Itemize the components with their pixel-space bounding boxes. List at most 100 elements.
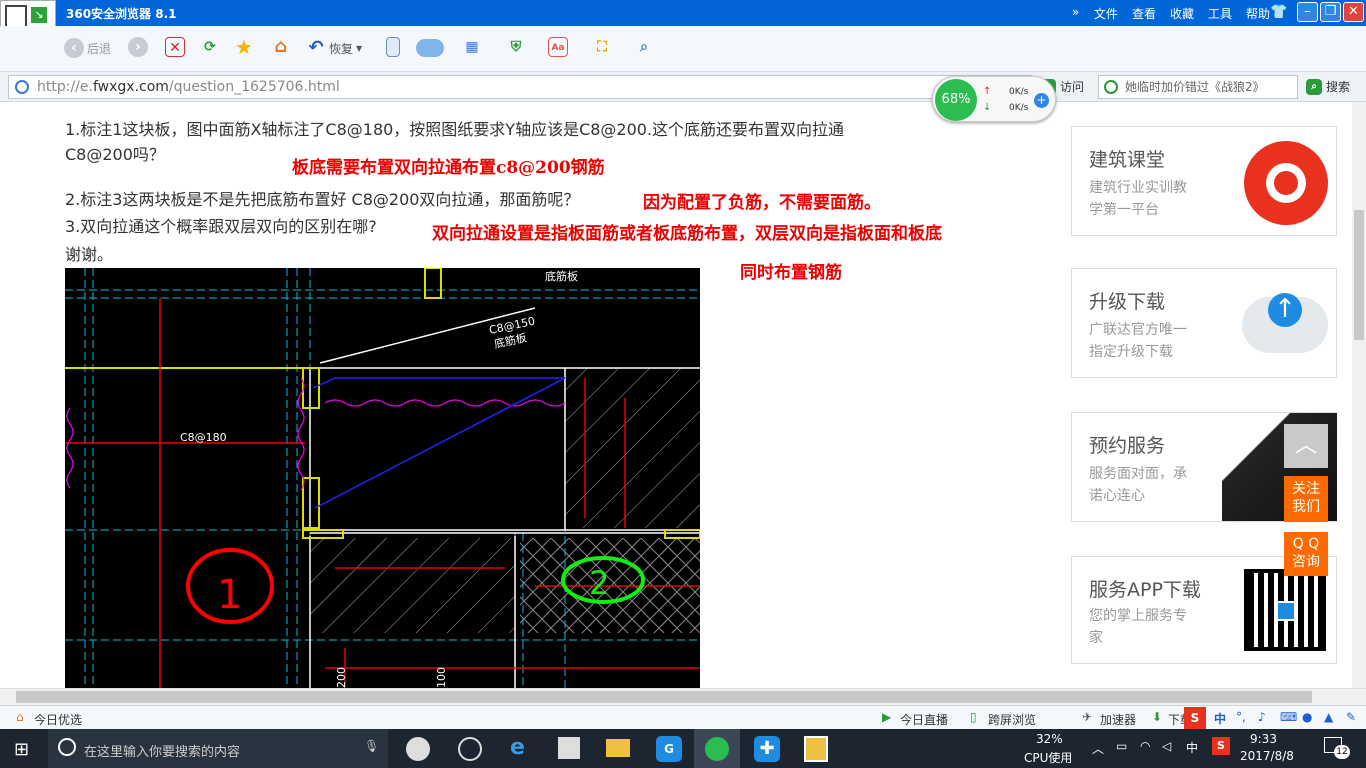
window-title: 360安全浏览器 8.1 xyxy=(66,7,177,21)
menu-file[interactable]: 文件 xyxy=(1094,5,1118,22)
edge-icon[interactable]: e xyxy=(510,735,525,760)
action-center-button[interactable]: 12 xyxy=(1322,735,1352,761)
menu-favorites[interactable]: 收藏 xyxy=(1170,5,1194,22)
menu-help[interactable]: 帮助 xyxy=(1246,5,1270,22)
forward-icon[interactable]: › xyxy=(128,37,148,57)
back-button[interactable]: ‹ 后退 xyxy=(64,37,111,59)
address-bar: http://e.fwxgx.com/question_1625706.html… xyxy=(0,72,1366,102)
stop-icon[interactable]: ✕ xyxy=(165,37,185,57)
search-engine-icon xyxy=(1104,80,1118,94)
sidebar-card-upgrade[interactable]: 升级下载 广联达官方唯一 指定升级下载 ↑ xyxy=(1071,268,1337,378)
back-to-top-button[interactable]: ︿ xyxy=(1284,424,1328,468)
cad-dim-1: 200 xyxy=(335,667,348,688)
horizontal-scrollbar[interactable] xyxy=(0,688,1366,705)
cross-screen-browse[interactable]: 跨屏浏览 xyxy=(988,711,1036,728)
apps-icon[interactable]: ▦ xyxy=(462,37,482,57)
cpu-label: CPU使用 xyxy=(1024,751,1073,765)
search-input[interactable]: 她临时加价错过《战狼2》 xyxy=(1098,75,1298,99)
remote-app-icon[interactable]: ✚ xyxy=(754,736,780,762)
clock-time[interactable]: 9:33 xyxy=(1250,732,1277,746)
refresh-icon[interactable]: ⟳ xyxy=(200,37,220,57)
battery-icon[interactable]: ▭ xyxy=(1116,739,1127,753)
skin-shirt-icon[interactable]: ▲ xyxy=(1324,710,1333,724)
glodon-app-icon[interactable]: G xyxy=(656,736,682,762)
cloud-upload-icon: ↑ xyxy=(1242,293,1328,353)
taskview-icon[interactable] xyxy=(406,737,430,761)
search-button[interactable]: ⌕ 搜索 xyxy=(1306,78,1350,95)
phone-icon[interactable] xyxy=(386,37,400,57)
memory-percent: 68% xyxy=(935,79,977,121)
vertical-scrollbar[interactable] xyxy=(1352,102,1366,688)
cad-label-top: 底筋板 xyxy=(545,269,578,283)
today-picks[interactable]: 今日优选 xyxy=(34,711,82,728)
menu-view[interactable]: 查看 xyxy=(1132,5,1156,22)
download-arrow-icon: ↓ xyxy=(983,102,992,113)
play-icon: ▶ xyxy=(882,710,892,724)
minimize-button[interactable]: – xyxy=(1297,2,1318,22)
ime-mode[interactable]: 中 xyxy=(1214,710,1226,727)
cad-rebar-label-left: C8@180 xyxy=(180,431,227,444)
url-input[interactable]: http://e.fwxgx.com/question_1625706.html xyxy=(8,75,1032,99)
active-360-task[interactable] xyxy=(694,729,740,768)
cad-drawing: 底筋板 C8@150 底筋板 C8@180 200 100 1 2 xyxy=(65,268,700,688)
browser-360-icon[interactable] xyxy=(458,737,482,761)
keyboard-icon[interactable]: ⌨ xyxy=(1280,710,1297,724)
taskbar: ⊞ 在这里输入你要搜索的内容 🎙 e G ✚ 32% CPU使用 ︿ ▭ ◠ ◁… xyxy=(0,729,1366,768)
thanks-text: 谢谢。 xyxy=(65,245,114,264)
favorite-star-icon[interactable]: ★ xyxy=(234,37,254,57)
network-monitor[interactable]: 68% ↑ 0K/s ↓ 0K/s + xyxy=(932,76,1056,122)
cloud-icon[interactable] xyxy=(416,39,444,57)
user-icon[interactable]: ● xyxy=(1302,710,1312,724)
sidebar-card-course[interactable]: 建筑课堂 建筑行业实训教 学第一平台 xyxy=(1071,126,1337,236)
sogou-tray-icon[interactable]: S xyxy=(1212,737,1230,755)
chevron-down-icon: ▼ xyxy=(356,43,363,53)
horizontal-scroll-thumb[interactable] xyxy=(16,691,1312,703)
volume-icon[interactable]: ◁ xyxy=(1162,739,1171,753)
accelerator-icon: ✈ xyxy=(1082,710,1093,724)
notes-app-icon[interactable] xyxy=(804,736,828,762)
shield-icon[interactable]: ⛨ xyxy=(506,37,526,57)
close-button[interactable]: ✕ xyxy=(1343,2,1364,22)
back-icon: ‹ xyxy=(64,38,84,58)
vertical-scroll-thumb[interactable] xyxy=(1354,210,1364,340)
windows-start-icon[interactable]: ⊞ xyxy=(14,739,29,760)
cpu-percent: 32% xyxy=(1036,732,1063,746)
answer-2: 因为配置了负筋，不需要面筋。 xyxy=(643,193,881,213)
store-icon[interactable] xyxy=(558,737,580,759)
menu-more-icon[interactable]: » xyxy=(1072,5,1079,19)
plus-icon[interactable]: + xyxy=(1034,93,1049,108)
translate-icon[interactable]: Aa xyxy=(548,37,568,57)
zoom-icon[interactable]: ⌕ xyxy=(634,37,654,57)
toolbar: ‹ 后退 › ✕ ⟳ ★ ⌂ ↶ 恢复 ▼ ▦ ⛨ Aa ⛶ ⌕ xyxy=(0,26,1366,72)
screenshot-icon[interactable]: ⛶ xyxy=(592,37,612,57)
wifi-icon[interactable]: ◠ xyxy=(1140,739,1150,753)
restore-button[interactable]: ↶ 恢复 ▼ xyxy=(306,37,362,59)
accelerator[interactable]: 加速器 xyxy=(1100,711,1136,728)
today-live[interactable]: 今日直播 xyxy=(900,711,948,728)
answer-3: 双向拉通设置是指板面筋或者板底筋布置，双层双向是指板面和板底 xyxy=(432,224,942,244)
qq-consult-button[interactable]: Q Q 咨询 xyxy=(1284,532,1328,576)
follow-us-button[interactable]: 关注 我们 xyxy=(1284,476,1328,522)
sogou-ime-icon[interactable]: S xyxy=(1184,707,1206,729)
upload-arrow-icon: ↑ xyxy=(983,86,992,97)
question-line-1: 1.标注1这块板，图中面筋X轴标注了C8@180，按照图纸要求Y轴应该是C8@2… xyxy=(65,120,845,139)
skin-icon[interactable]: 👕 xyxy=(1270,4,1287,20)
cross-screen-icon: ▯ xyxy=(970,710,977,724)
mark-1-label: 1 xyxy=(217,572,242,618)
glodon-logo-icon xyxy=(1244,141,1328,225)
tray-expand-icon[interactable]: ︿ xyxy=(1092,740,1104,757)
menu-tools[interactable]: 工具 xyxy=(1208,5,1232,22)
taskbar-search-box[interactable]: 在这里输入你要搜索的内容 🎙 xyxy=(48,729,388,768)
punctuation-icon[interactable]: °, xyxy=(1236,710,1246,724)
microphone-icon[interactable]: ♪ xyxy=(1258,710,1266,724)
input-language[interactable]: 中 xyxy=(1186,739,1198,756)
home-icon[interactable]: ⌂ xyxy=(271,37,291,57)
question-line-3: 3.双向拉通这个概率跟双层双向的区别在哪? xyxy=(65,217,377,236)
undo-icon: ↶ xyxy=(308,37,324,58)
wrench-icon[interactable]: ✎ xyxy=(1346,710,1356,724)
clock-date[interactable]: 2017/8/8 xyxy=(1240,749,1294,763)
maximize-button[interactable]: ❐ xyxy=(1320,2,1341,22)
explorer-icon[interactable] xyxy=(606,739,630,757)
download-icon: ⬇ xyxy=(1152,710,1163,724)
gift-icon: ⌂ xyxy=(16,710,24,724)
